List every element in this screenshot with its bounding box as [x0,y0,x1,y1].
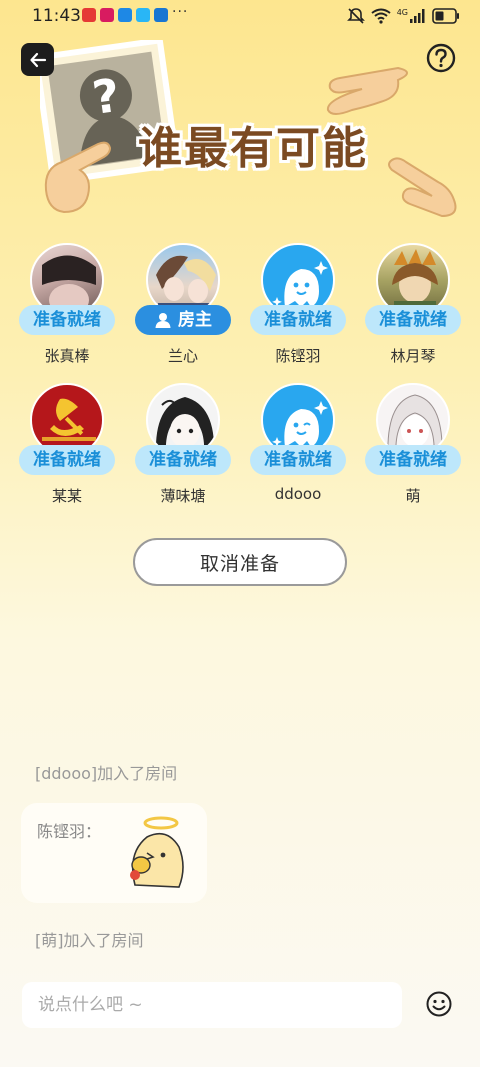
status-badge: 准备就绪 [365,445,461,475]
back-button[interactable] [21,43,54,76]
status-bar: 11:43 ··· 4G [0,0,480,34]
status-badge: 准备就绪 [135,445,231,475]
app-notification-icon [154,8,168,22]
battery-icon [432,8,459,24]
owner-badge: 房主 [135,305,231,335]
chat-input[interactable] [22,982,402,1028]
system-message: [萌]加入了房间 [35,931,144,950]
status-right: 4G [346,7,460,25]
status-badge: 准备就绪 [250,305,346,335]
app-notification-icon [136,8,150,22]
chat-message-bubble: 陈铿羽： [21,803,207,903]
chat-input-bar [22,982,402,1028]
player-name: 张真棒 [44,347,90,365]
wifi-icon [371,8,391,24]
help-question-icon[interactable] [426,43,456,73]
status-badge: 准备就绪 [19,445,115,475]
signal-icon [410,9,425,23]
status-badge: 准备就绪 [365,305,461,335]
player-name: 萌 [405,487,421,505]
player-name: 某某 [51,487,82,505]
app-notification-icon [100,8,114,22]
app-notification-icon [118,8,132,22]
status-app-icons [82,8,168,22]
status-badge: 准备就绪 [250,445,346,475]
user-icon [155,313,171,328]
player-name: ddooo [274,485,322,503]
emoji-icon[interactable] [425,990,453,1018]
status-time: 11:43 [32,6,81,26]
angel-duck-sticker [130,816,184,888]
game-title: 谁最有可能 [138,123,368,174]
player-name: 陈铿羽 [275,347,321,365]
player-name: 兰心 [167,347,198,365]
chat-sender: 陈铿羽： [37,822,102,841]
system-message: [ddooo]加入了房间 [35,764,178,783]
player-name: 林月琴 [390,347,436,365]
network-type: 4G [396,7,408,17]
arrow-left-icon [29,52,46,67]
owner-label: 房主 [178,310,212,330]
status-more-dots: ··· [172,4,189,20]
cancel-ready-button[interactable]: 取消准备 [133,538,347,586]
status-badge: 准备就绪 [19,305,115,335]
app-notification-icon [82,8,96,22]
mute-bell-icon [346,8,365,24]
player-name: 薄味塘 [160,487,206,505]
